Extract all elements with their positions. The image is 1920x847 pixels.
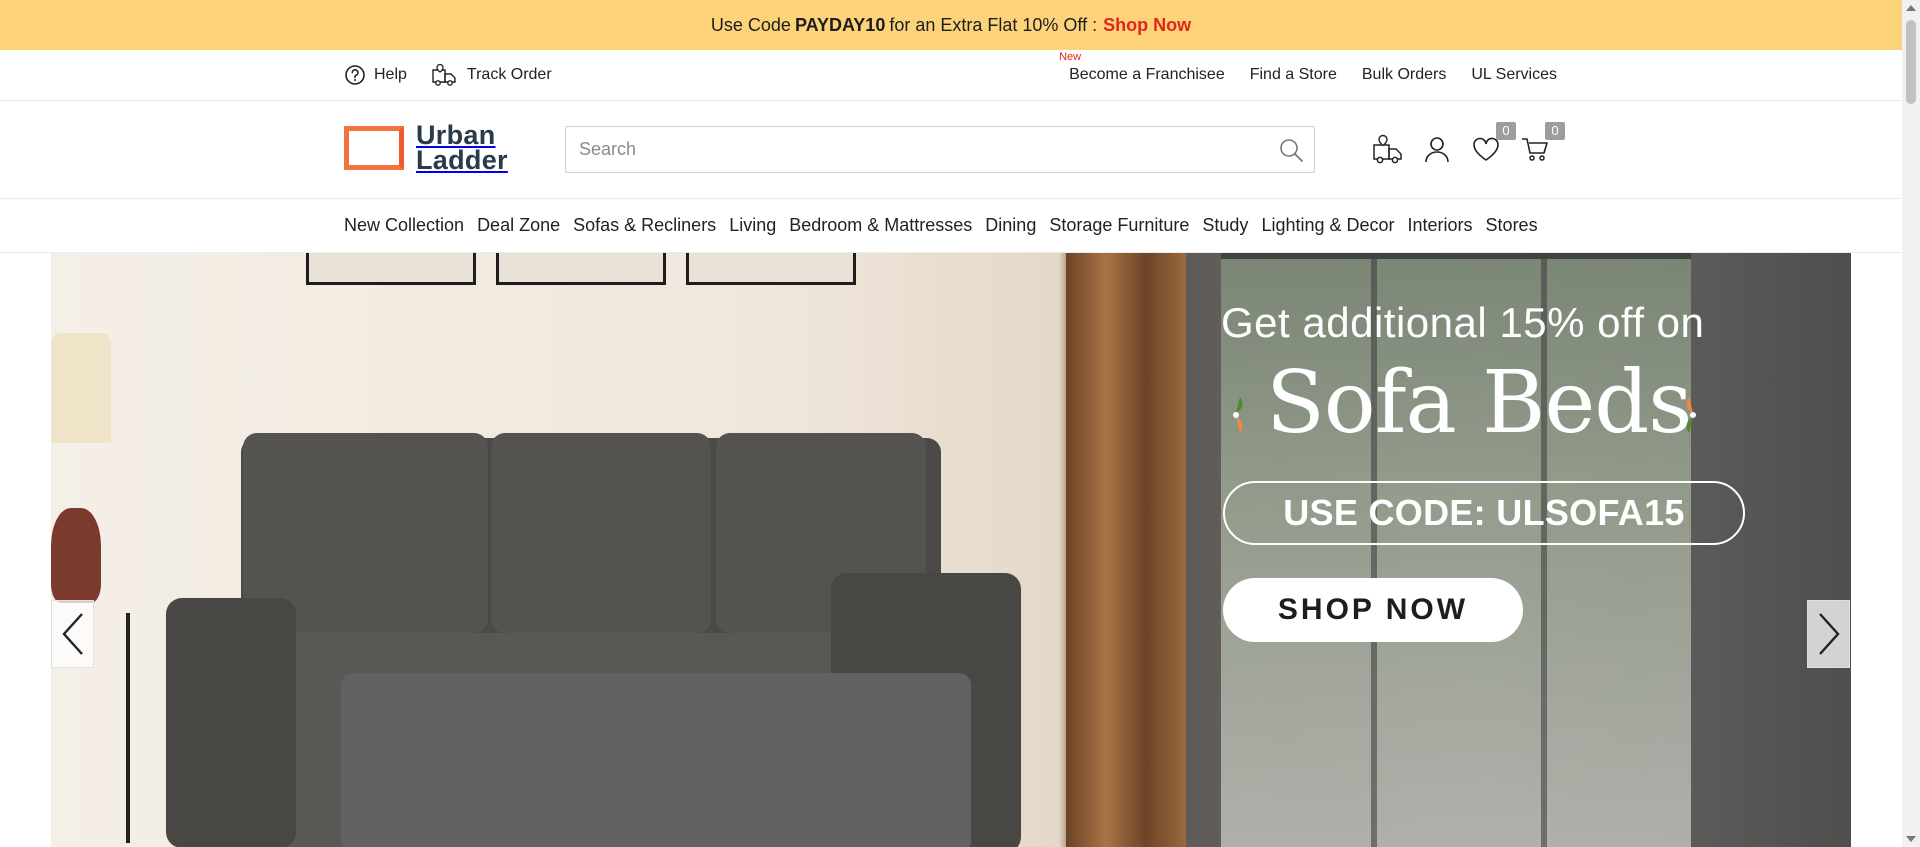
help-label: Help — [374, 66, 407, 83]
promo-prefix: Use Code — [710, 14, 791, 35]
bulk-orders-link[interactable]: Bulk Orders — [1362, 66, 1446, 84]
utility-bar: Help Track Order New Become a Franchisee… — [0, 50, 1902, 101]
ul-services-link[interactable]: UL Services — [1471, 66, 1557, 84]
logo-mark-icon — [344, 126, 404, 170]
franchisee-link[interactable]: New Become a Franchisee — [1059, 51, 1225, 84]
urban-ladder-logo[interactable]: Urban Ladder — [344, 122, 508, 175]
carousel-prev-button[interactable] — [51, 600, 94, 668]
side-table-decor — [126, 613, 130, 843]
track-order-icon[interactable] — [1370, 131, 1406, 167]
curtain-decor — [1066, 253, 1186, 847]
promo-banner: Use Code PAYDAY10 for an Extra Flat 10% … — [0, 0, 1902, 50]
search-icon[interactable] — [1278, 137, 1304, 168]
cart-icon[interactable]: 0 — [1517, 122, 1565, 167]
track-order-label: Track Order — [466, 66, 552, 83]
header-icons: 0 0 — [1370, 122, 1566, 167]
help-icon — [345, 65, 365, 85]
leaf-left-icon — [1233, 397, 1243, 433]
carousel-next-button[interactable] — [1807, 600, 1850, 668]
coupon-code-box: USE CODE: ULSOFA15 — [1223, 481, 1745, 545]
nav-new-collection[interactable]: New Collection — [344, 215, 464, 236]
promo-code: PAYDAY10 — [794, 14, 886, 35]
nav-living[interactable]: Living — [729, 215, 776, 236]
hero-headline: Get additional 15% off on — [1221, 299, 1705, 346]
scroll-up-arrow-icon[interactable] — [1906, 5, 1916, 11]
nav-storage-furniture[interactable]: Storage Furniture — [1049, 215, 1189, 236]
nav-dining[interactable]: Dining — [985, 215, 1036, 236]
hero-banner[interactable]: Get additional 15% off on Sofa Beds USE … — [51, 253, 1851, 847]
nav-deal-zone[interactable]: Deal Zone — [477, 215, 560, 236]
leaf-right-icon — [1686, 397, 1696, 433]
chevron-right-icon — [1818, 613, 1840, 655]
nav-sofas-recliners[interactable]: Sofas & Recliners — [573, 215, 716, 236]
hero-shop-now-button[interactable]: SHOP NOW — [1223, 578, 1523, 642]
scroll-thumb[interactable] — [1906, 20, 1916, 104]
nav-bedroom-mattresses[interactable]: Bedroom & Mattresses — [789, 215, 972, 236]
lamp-decor — [51, 333, 111, 443]
search-input[interactable] — [566, 127, 1246, 172]
nav-stores[interactable]: Stores — [1486, 215, 1538, 236]
main-header: Urban Ladder 0 0 — [0, 101, 1902, 199]
new-badge: New — [1059, 51, 1082, 63]
nav-lighting-decor[interactable]: Lighting & Decor — [1261, 215, 1394, 236]
help-link[interactable]: Help — [344, 64, 407, 86]
logo-line-2: Ladder — [416, 145, 508, 175]
category-nav: New Collection Deal Zone Sofas & Recline… — [0, 199, 1902, 253]
scroll-down-arrow-icon[interactable] — [1906, 836, 1916, 842]
wishlist-count-badge: 0 — [1496, 122, 1516, 140]
delivery-truck-icon — [432, 63, 456, 86]
nav-study[interactable]: Study — [1202, 215, 1248, 236]
nav-interiors[interactable]: Interiors — [1408, 215, 1473, 236]
search-box — [565, 126, 1315, 173]
vase-decor — [51, 508, 101, 603]
page-scrollbar[interactable] — [1902, 0, 1920, 847]
promo-suffix: for an Extra Flat 10% Off : — [889, 14, 1098, 35]
hero-product-title: Sofa Beds — [1266, 353, 1692, 453]
wishlist-icon[interactable]: 0 — [1468, 122, 1516, 167]
logo-text: Urban Ladder — [416, 122, 508, 175]
promo-shop-now-link[interactable]: Shop Now — [1103, 15, 1191, 36]
franchisee-label: Become a Franchisee — [1069, 66, 1225, 83]
cart-count-badge: 0 — [1545, 122, 1565, 140]
chevron-left-icon — [61, 613, 83, 655]
track-order-link[interactable]: Track Order — [431, 62, 552, 88]
find-store-link[interactable]: Find a Store — [1250, 66, 1337, 84]
user-account-icon[interactable] — [1419, 131, 1455, 167]
